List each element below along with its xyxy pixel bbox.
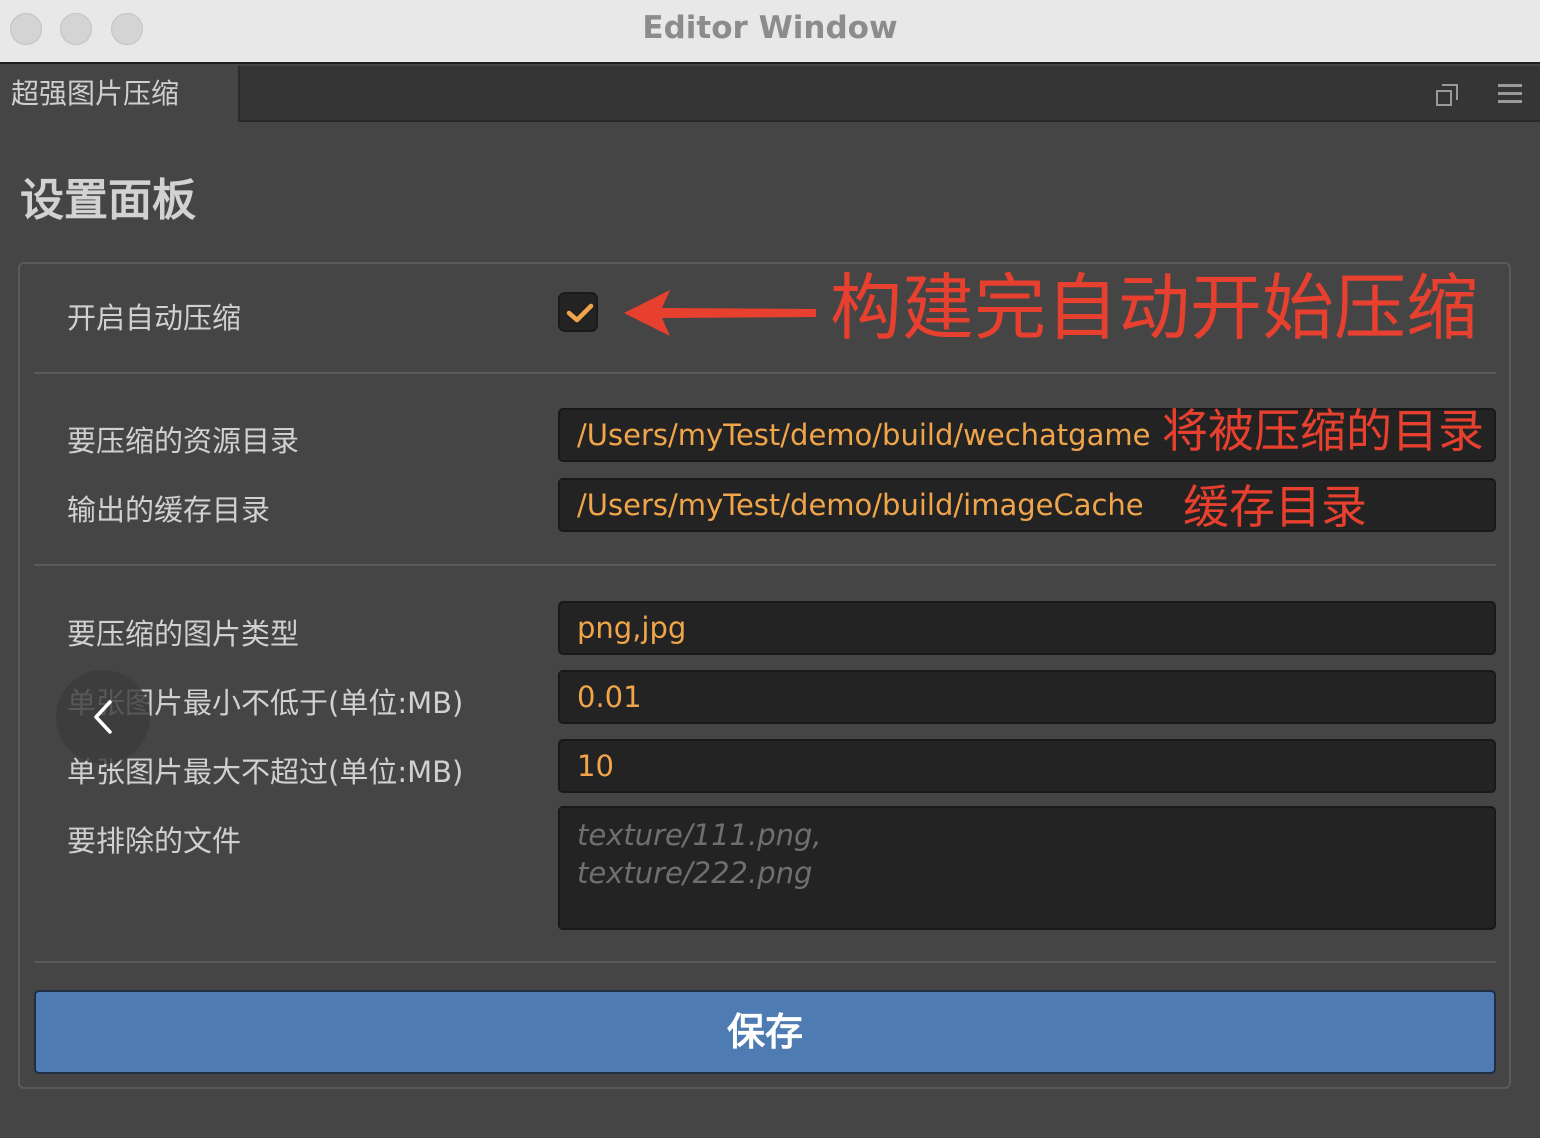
exclude-files-label: 要排除的文件 [67, 824, 242, 858]
divider [34, 961, 1496, 963]
max-size-input[interactable]: 10 [558, 739, 1496, 793]
page-title: 设置面板 [20, 175, 196, 226]
auto-compress-annotation: 构建完自动开始压缩 [830, 266, 1479, 350]
exclude-files-placeholder: texture/111.png, texture/222.png [577, 818, 822, 890]
editor-window: Editor Window 超强图片压缩 设置面板 开启自动压缩 构建完自动开始… [0, 0, 1540, 1138]
tab-bar: 超强图片压缩 [0, 66, 1540, 122]
exclude-files-textarea[interactable]: texture/111.png, texture/222.png [558, 806, 1496, 930]
divider [34, 372, 1496, 374]
checkmark-icon [566, 303, 594, 323]
popout-icon[interactable] [1436, 84, 1460, 106]
arrow-left-icon [624, 290, 816, 336]
auto-compress-label: 开启自动压缩 [67, 301, 242, 335]
window-title: Editor Window [642, 10, 898, 46]
min-size-input[interactable]: 0.01 [558, 670, 1496, 724]
divider [34, 564, 1496, 566]
auto-compress-checkbox[interactable] [558, 292, 598, 332]
image-types-input[interactable]: png,jpg [558, 601, 1496, 655]
image-types-label: 要压缩的图片类型 [67, 617, 300, 651]
menu-icon[interactable] [1498, 84, 1522, 104]
source-dir-label: 要压缩的资源目录 [67, 424, 300, 458]
chevron-left-icon [94, 700, 112, 734]
title-bar: Editor Window [0, 0, 1540, 64]
save-button[interactable]: 保存 [34, 990, 1496, 1074]
back-button[interactable] [56, 670, 150, 764]
source-dir-annotation: 将被压缩的目录 [1162, 404, 1484, 458]
tab-image-compress[interactable]: 超强图片压缩 [0, 66, 240, 122]
cache-dir-label: 输出的缓存目录 [67, 493, 271, 527]
cache-dir-annotation: 缓存目录 [1183, 480, 1367, 534]
